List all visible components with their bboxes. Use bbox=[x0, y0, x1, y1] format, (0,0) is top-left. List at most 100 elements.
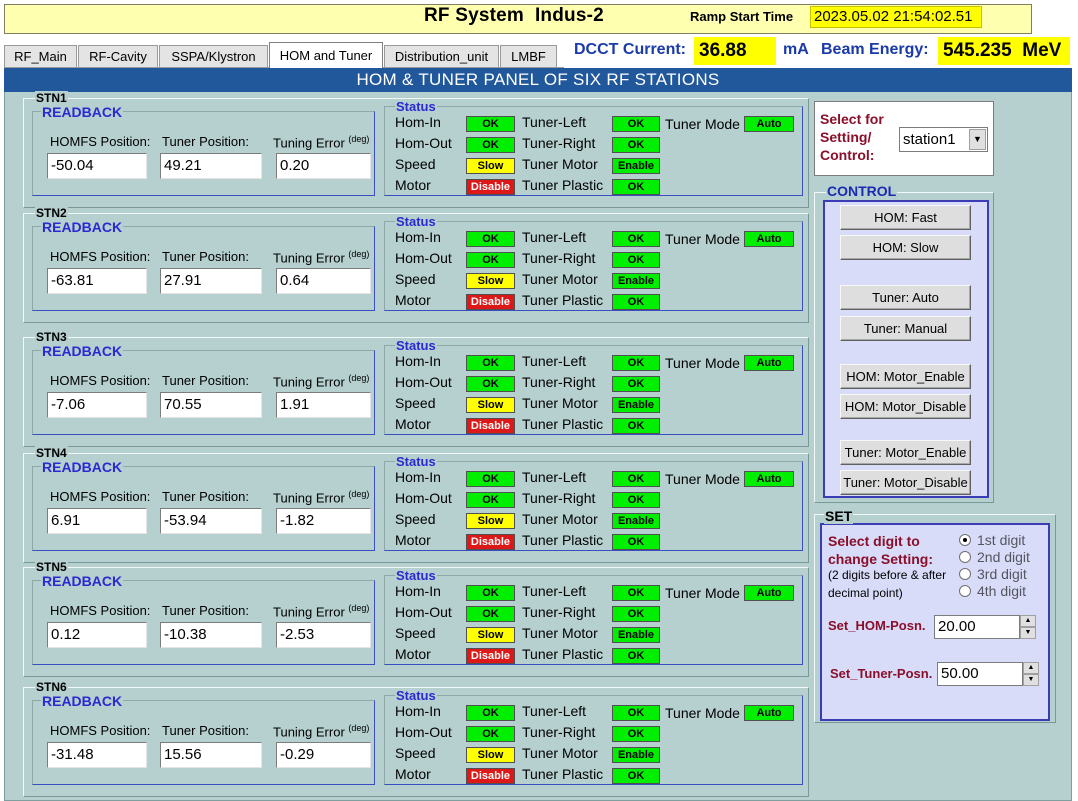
tab-rf-main[interactable]: RF_Main bbox=[4, 45, 77, 67]
tab-hom-and-tuner[interactable]: HOM and Tuner bbox=[269, 42, 383, 68]
tuner-motor-disable-button[interactable]: Tuner: Motor_Disable bbox=[840, 470, 971, 495]
select-digit-label: Select digit to change Setting: bbox=[828, 533, 934, 567]
stn1-tuner-motor-indicator: Enable bbox=[612, 158, 660, 174]
stn2-tuner-plastic-indicator: OK bbox=[612, 294, 660, 310]
stn4-speed-indicator: Slow bbox=[466, 513, 515, 529]
stn6-homfs-label: HOMFS Position: bbox=[50, 723, 151, 738]
stn4-deg-unit: (deg) bbox=[348, 489, 370, 499]
stn5-status-box: Status Hom-In OK Tuner-Left OK Hom-Out OK Tuner… bbox=[384, 568, 803, 665]
stn1-speed-indicator: Slow bbox=[466, 158, 515, 174]
stn2-tuning-error-text: Tuning Error bbox=[273, 250, 345, 266]
stn3-tuner-right-label: Tuner-Right bbox=[522, 374, 596, 390]
stn4-tuner-left-indicator: OK bbox=[612, 471, 660, 487]
stn4-label: STN4 bbox=[35, 446, 68, 460]
stn6-status-label: Status bbox=[395, 688, 437, 703]
tab-sspa-klystron[interactable]: SSPA/Klystron bbox=[159, 45, 268, 67]
stn3-hom-in-label: Hom-In bbox=[395, 353, 441, 369]
stn5-tuner-plastic-indicator: OK bbox=[612, 648, 660, 664]
stn5-group: STN5 READBACK HOMFS Position: Tuner Positio… bbox=[23, 560, 809, 677]
stn1-tuning-error-text: Tuning Error bbox=[273, 135, 345, 151]
beam-energy-label: Beam Energy: bbox=[821, 41, 929, 58]
stn1-tuning-error-label: Tuning Error (deg) bbox=[273, 134, 369, 150]
app-title: RF System Indus-2 bbox=[424, 5, 604, 26]
station-select[interactable]: station1 ▼ bbox=[899, 127, 988, 152]
stn3-readback-box: READBACK HOMFS Position: Tuner Position: Tu… bbox=[32, 343, 375, 435]
stn5-tuner-motor-indicator: Enable bbox=[612, 627, 660, 643]
tab-distribution-unit[interactable]: Distribution_unit bbox=[384, 45, 499, 67]
stn5-readback-label: READBACK bbox=[41, 573, 124, 589]
stn4-tuning-error-value: -1.82 bbox=[276, 508, 371, 534]
stn2-tuning-error-value: 0.64 bbox=[276, 268, 371, 294]
stn3-tuning-error-label: Tuning Error (deg) bbox=[273, 373, 369, 389]
stn4-tuner-mode-indicator: Auto bbox=[744, 471, 794, 487]
stn2-hom-in-label: Hom-In bbox=[395, 229, 441, 245]
stn5-tuner-left-indicator: OK bbox=[612, 585, 660, 601]
stn1-deg-unit: (deg) bbox=[348, 134, 370, 144]
set-tuner-posn-label: Set_Tuner-Posn. bbox=[830, 666, 933, 681]
stn6-tuner-mode-label: Tuner Mode bbox=[665, 705, 740, 721]
stn2-status-box: Status Hom-In OK Tuner-Left OK Hom-Out OK Tuner… bbox=[384, 214, 803, 311]
stn4-tuning-error-label: Tuning Error (deg) bbox=[273, 489, 369, 505]
stn1-tuning-error-value: 0.20 bbox=[276, 153, 371, 179]
stn1-hom-out-indicator: OK bbox=[466, 137, 515, 153]
hom-motor-enable-button[interactable]: HOM: Motor_Enable bbox=[840, 364, 971, 389]
stn5-tuning-error-value: -2.53 bbox=[276, 622, 371, 648]
stn3-tuner-value: 70.55 bbox=[160, 392, 262, 418]
ramp-start-value: 2023.05.02 21:54:02.51 bbox=[810, 6, 982, 28]
stn5-status-label: Status bbox=[395, 568, 437, 583]
stn3-group: STN3 READBACK HOMFS Position: Tuner Positio… bbox=[23, 330, 809, 447]
digit-3-radio[interactable] bbox=[959, 568, 971, 580]
stn4-tuner-value: -53.94 bbox=[160, 508, 262, 534]
hom-posn-up-icon[interactable]: ▲ bbox=[1020, 615, 1036, 627]
tuner-motor-enable-button[interactable]: Tuner: Motor_Enable bbox=[840, 440, 971, 465]
stn6-motor-label: Motor bbox=[395, 766, 431, 782]
stn3-speed-label: Speed bbox=[395, 395, 436, 411]
stn3-homfs-label: HOMFS Position: bbox=[50, 373, 151, 388]
stn2-tuner-left-label: Tuner-Left bbox=[522, 229, 587, 245]
stn5-motor-label: Motor bbox=[395, 646, 431, 662]
stn3-hom-out-indicator: OK bbox=[466, 376, 515, 392]
digit-1-radio[interactable] bbox=[959, 534, 971, 546]
tuner-posn-down-icon[interactable]: ▼ bbox=[1023, 674, 1039, 686]
set-tuner-posn-input[interactable]: 50.00 bbox=[937, 662, 1023, 686]
stn6-tuning-error-value: -0.29 bbox=[276, 742, 371, 768]
tuner-posn-up-icon[interactable]: ▲ bbox=[1023, 662, 1039, 674]
stn5-tuner-label: Tuner Position: bbox=[162, 603, 249, 618]
hom-fast-button[interactable]: HOM: Fast bbox=[840, 205, 971, 230]
stn5-hom-in-label: Hom-In bbox=[395, 583, 441, 599]
stn6-tuner-left-indicator: OK bbox=[612, 705, 660, 721]
stn3-tuning-error-text: Tuning Error bbox=[273, 374, 345, 390]
hom-slow-button[interactable]: HOM: Slow bbox=[840, 235, 971, 260]
stn5-tuner-right-indicator: OK bbox=[612, 606, 660, 622]
digit-4-radio[interactable] bbox=[959, 585, 971, 597]
tuner-manual-button[interactable]: Tuner: Manual bbox=[840, 316, 971, 341]
stn3-homfs-value: -7.06 bbox=[47, 392, 147, 418]
stn1-label: STN1 bbox=[35, 91, 68, 105]
stn5-hom-out-indicator: OK bbox=[466, 606, 515, 622]
stn2-tuner-plastic-label: Tuner Plastic bbox=[522, 292, 604, 308]
stn5-readback-box: READBACK HOMFS Position: Tuner Position: Tu… bbox=[32, 573, 375, 665]
set-hom-posn-input[interactable]: 20.00 bbox=[934, 615, 1020, 639]
hom-motor-disable-button[interactable]: HOM: Motor_Disable bbox=[840, 394, 971, 419]
stn2-tuner-motor-label: Tuner Motor bbox=[522, 271, 598, 287]
stn4-hom-in-indicator: OK bbox=[466, 471, 515, 487]
stn1-status-label: Status bbox=[395, 99, 437, 114]
station-select-value: station1 bbox=[903, 131, 956, 148]
chevron-down-icon[interactable]: ▼ bbox=[969, 129, 986, 150]
digit-2-radio[interactable] bbox=[959, 551, 971, 563]
stn1-readback-box: READBACK HOMFS Position: Tuner Position: Tu… bbox=[32, 104, 375, 196]
tuner-auto-button[interactable]: Tuner: Auto bbox=[840, 285, 971, 310]
hom-posn-down-icon[interactable]: ▼ bbox=[1020, 627, 1036, 639]
stn4-status-box: Status Hom-In OK Tuner-Left OK Hom-Out OK Tuner… bbox=[384, 454, 803, 551]
stn4-tuner-left-label: Tuner-Left bbox=[522, 469, 587, 485]
stn1-tuner-motor-label: Tuner Motor bbox=[522, 156, 598, 172]
stn5-tuner-plastic-label: Tuner Plastic bbox=[522, 646, 604, 662]
stn2-speed-indicator: Slow bbox=[466, 273, 515, 289]
stn6-tuner-right-indicator: OK bbox=[612, 726, 660, 742]
tab-rf-cavity[interactable]: RF-Cavity bbox=[78, 45, 158, 67]
stn6-tuner-mode-indicator: Auto bbox=[744, 705, 794, 721]
stn1-hom-in-label: Hom-In bbox=[395, 114, 441, 130]
stn6-tuner-value: 15.56 bbox=[160, 742, 262, 768]
stn1-readback-label: READBACK bbox=[41, 104, 124, 120]
tab-lmbf[interactable]: LMBF bbox=[500, 45, 557, 67]
